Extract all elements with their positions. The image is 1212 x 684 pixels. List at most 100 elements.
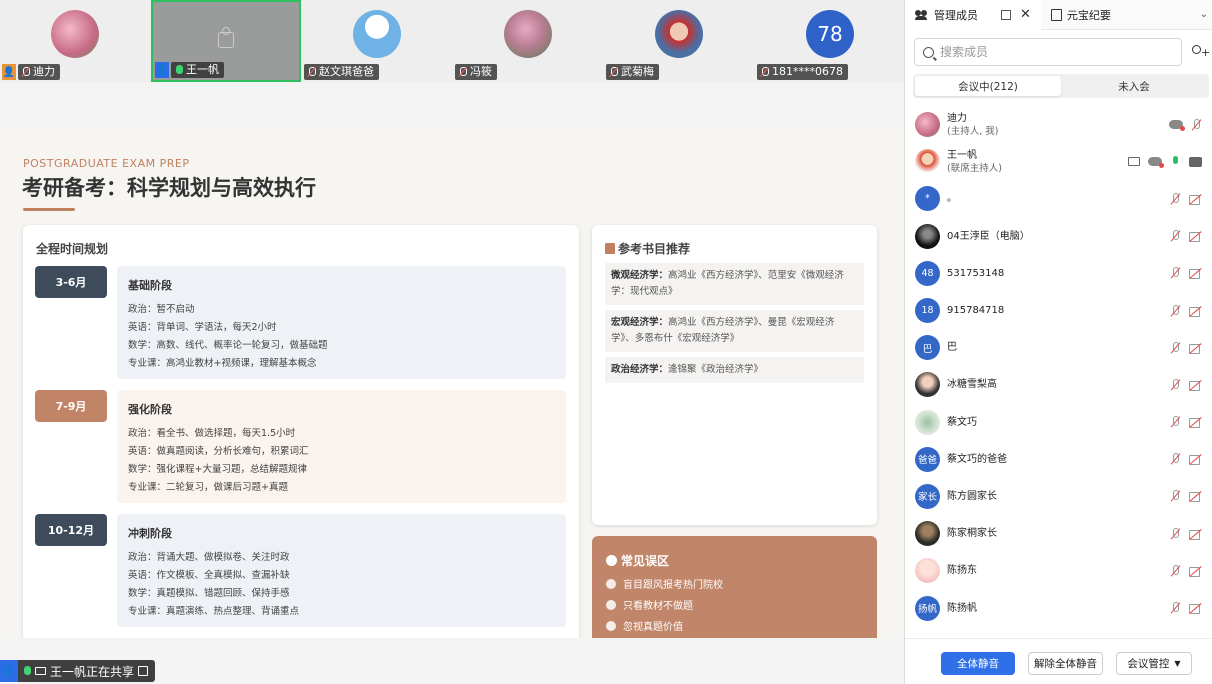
camera-off-icon[interactable] <box>1189 454 1202 466</box>
tile-namebar: 武菊梅 <box>606 64 659 80</box>
mic-off-icon[interactable] <box>1170 527 1181 540</box>
mute-all-button[interactable]: 全体静音 <box>941 652 1015 675</box>
avatar: 18 <box>915 298 940 324</box>
camera-off-icon[interactable] <box>1189 380 1202 391</box>
video-tile[interactable]: 冯筱 <box>453 0 603 82</box>
camera-off-icon[interactable] <box>1189 566 1202 577</box>
member-row[interactable]: * 。 <box>905 180 1212 217</box>
member-row[interactable]: 04王浡臣（电脑） <box>905 218 1212 255</box>
timeline-heading: 全程时间规划 <box>36 242 109 256</box>
mic-off-icon[interactable] <box>1170 230 1181 242</box>
tile-name: 武菊梅 <box>621 65 654 78</box>
camera-off-icon[interactable] <box>1189 529 1202 540</box>
phase-line: 政治：背诵大题、做模拟卷、关注时政 <box>128 552 290 563</box>
mistake-text: 忽视真题价值 <box>623 622 683 633</box>
member-row[interactable]: 扬帆 陈扬帆 <box>905 589 1212 626</box>
book-item: 政治经济学：逄锦聚《政治经济学》 <box>605 357 864 383</box>
camera-off-icon[interactable] <box>1189 194 1202 205</box>
book-item: 宏观经济学：高鸿业《西方经济学》、曼昆《宏观经济学》、多恩布什《宏观经济学》 <box>605 310 864 352</box>
member-row[interactable]: 巴 巴 <box>905 329 1212 366</box>
camera-off-icon[interactable] <box>1189 603 1202 615</box>
search-row <box>914 38 1210 66</box>
meeting-controls-button[interactable]: 会议管控 ▼ <box>1116 652 1192 675</box>
member-row[interactable]: 48 531753148 <box>905 255 1212 292</box>
video-tile[interactable]: 👤 迪力 <box>0 0 150 82</box>
panel-footer: 全体静音 解除全体静音 会议管控 ▼ <box>905 638 1212 684</box>
camera-off-icon[interactable] <box>1189 306 1202 317</box>
mic-off-icon[interactable] <box>1170 564 1181 577</box>
tile-namebar: 👤 迪力 <box>2 64 60 80</box>
tab-not-joined[interactable]: 未入会 <box>1061 76 1207 96</box>
camera-off-icon[interactable] <box>1189 343 1202 354</box>
mic-on-icon[interactable] <box>1170 155 1181 168</box>
phase-line: 英语：背单词、学语法，每天2小时 <box>128 322 277 333</box>
tile-name: 181****0678 <box>772 65 843 78</box>
mic-off-icon[interactable] <box>1170 267 1181 279</box>
people-icon <box>915 9 929 20</box>
search-input[interactable] <box>940 45 1140 59</box>
member-row[interactable]: 迪力 (主持人, 我) <box>905 106 1212 143</box>
mic-off-icon[interactable] <box>1170 378 1181 391</box>
avatar: 巴 <box>915 335 940 361</box>
video-tile-active[interactable]: 👤 王一帆 <box>151 0 301 82</box>
member-row[interactable]: 冰糖雪梨高 <box>905 366 1212 403</box>
mic-muted-icon <box>458 67 467 77</box>
mistakes-heading-text: 常见误区 <box>621 554 670 568</box>
mic-off-icon[interactable] <box>1170 453 1181 465</box>
mic-off-icon[interactable] <box>1170 490 1181 502</box>
close-icon[interactable]: ✕ <box>1020 7 1031 22</box>
avatar <box>504 10 552 58</box>
video-tile[interactable]: 赵文琪爸爸 <box>302 0 452 82</box>
member-row[interactable]: 王一帆 (联席主持人) <box>905 143 1212 180</box>
tab-in-meeting[interactable]: 会议中(212) <box>915 76 1061 96</box>
tab-yuanbao-minutes[interactable]: 元宝纪要 <box>1041 0 1121 30</box>
tab-manage-members[interactable]: 管理成员 ✕ <box>905 0 1041 30</box>
mic-off-icon[interactable] <box>1170 304 1181 317</box>
mic-off-icon[interactable] <box>1170 416 1181 428</box>
camera-off-icon[interactable] <box>1189 268 1202 280</box>
member-row[interactable]: 爸爸 蔡文巧的爸爸 <box>905 441 1212 478</box>
mic-muted-icon <box>21 67 30 77</box>
slide-title: 考研备考：科学规划与高效执行 <box>22 176 316 200</box>
camera-off-icon[interactable] <box>1189 231 1202 243</box>
video-tile[interactable]: 武菊梅 <box>604 0 754 82</box>
mic-off-icon[interactable] <box>1170 192 1181 205</box>
cloud-record-icon[interactable] <box>1148 157 1164 169</box>
member-row[interactable]: 蔡文巧 <box>905 404 1212 441</box>
phase-line: 英语：作文模板、全真模拟、查漏补缺 <box>128 570 290 581</box>
mic-muted-icon <box>307 67 316 77</box>
tile-name: 冯筱 <box>470 65 492 78</box>
phase-line: 数学：真题模拟、错题回顾、保持手感 <box>128 588 290 599</box>
camera-off-icon[interactable] <box>1189 491 1202 503</box>
book-label: 微观经济学： <box>611 270 669 281</box>
chevron-down-icon[interactable]: ⌄ <box>1200 9 1212 20</box>
timeline-card: 全程时间规划 3-6月 基础阶段 政治：暂不启动 英语：背单词、学语法，每天2小… <box>23 225 579 638</box>
screen-share-icon[interactable] <box>1128 157 1140 167</box>
camera-on-icon[interactable] <box>1189 156 1202 167</box>
member-row[interactable]: 陈家桐家长 <box>905 515 1212 552</box>
cloud-record-icon[interactable] <box>1169 120 1185 132</box>
mic-off-icon[interactable] <box>1191 118 1202 131</box>
book-label: 宏观经济学： <box>611 317 669 328</box>
document-icon <box>1050 8 1062 21</box>
panel-tabs: 管理成员 ✕ 元宝纪要 ⌄ <box>905 0 1212 30</box>
member-row[interactable]: 18 915784718 <box>905 292 1212 329</box>
video-strip: 👤 迪力 👤 王一帆 赵文琪爸爸 冯筱 武菊梅 78 181****0678 <box>0 0 905 82</box>
camera-off-icon <box>218 27 234 48</box>
mic-active-icon <box>174 65 183 75</box>
video-tile[interactable]: 78 181****0678 <box>755 0 905 82</box>
sharing-indicator[interactable]: 👤 王一帆正在共享 <box>0 660 156 682</box>
add-user-icon[interactable] <box>1190 38 1210 66</box>
member-name: 巴 <box>947 342 957 354</box>
mic-off-icon[interactable] <box>1170 602 1181 614</box>
member-row[interactable]: 陈扬东 <box>905 552 1212 589</box>
popout-icon[interactable] <box>1001 9 1011 20</box>
search-box[interactable] <box>914 38 1182 66</box>
camera-off-icon[interactable] <box>1189 417 1202 429</box>
book-icon <box>605 243 615 254</box>
member-row[interactable]: 家长 陈方圆家长 <box>905 478 1212 515</box>
unmute-all-button[interactable]: 解除全体静音 <box>1028 652 1103 675</box>
mic-off-icon[interactable] <box>1170 341 1181 354</box>
cohost-user-icon: 👤 <box>0 660 18 682</box>
avatar <box>915 223 940 249</box>
